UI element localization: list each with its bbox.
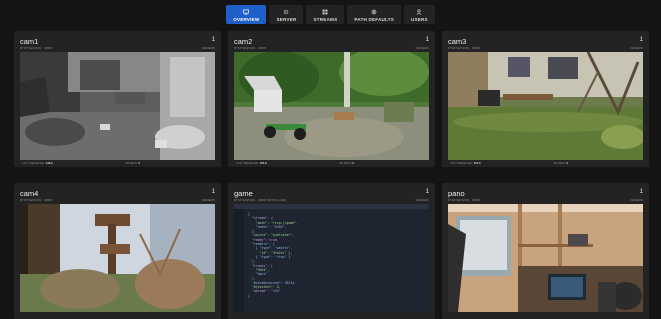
top-navigation: OVERVIEW SERVER STREAMS PATH DEFAULTS US… (0, 0, 661, 26)
viewer-count: 1 (425, 189, 429, 195)
stream-name: cam4 (20, 189, 39, 198)
stream-card-cam4[interactable]: cam4 RTSP SESSION · 1080P 1 VIEWERS (14, 183, 221, 319)
gear-icon (284, 9, 289, 14)
code-editor-content: { "stream": { "path": "rtsp://game", "co… (248, 212, 425, 312)
stats-label: LAST RECEIVED: (22, 161, 45, 165)
stream-preview[interactable]: { "stream": { "path": "rtsp://game", "co… (234, 204, 429, 312)
camera-preview-image (448, 52, 643, 160)
viewer-count-label: VIEWERS (629, 46, 643, 50)
stream-info: RTSP SESSION · 1080P (448, 46, 481, 50)
stream-name: pano (448, 189, 465, 198)
nav-overview-label: OVERVIEW (233, 16, 260, 22)
nav-users-label: USERS (410, 16, 428, 22)
stream-stats: LAST RECEIVED: 155.9 KB SENT: 0 (234, 160, 429, 166)
stream-preview[interactable] (20, 52, 215, 160)
nav-server-button[interactable]: SERVER (269, 5, 304, 24)
editor-tab-bar (234, 204, 429, 209)
stream-name: cam2 (234, 37, 253, 46)
viewer-count: 1 (639, 37, 643, 43)
nav-streams-label: STREAMS (313, 16, 338, 22)
nav-streams-button[interactable]: STREAMS (306, 5, 345, 24)
stats-label: LAST RECEIVED: (450, 161, 473, 165)
stats-value: 146.9 (45, 161, 53, 165)
stream-info: RTSP SESSION · 1080P (448, 198, 481, 202)
stream-card-pano[interactable]: pano RTSP SESSION · 1080P 1 VIEWERS (442, 183, 649, 319)
stream-card-cam1[interactable]: cam1 RTSP SESSION · 1080P 1 VIEWERS LAST… (14, 31, 221, 167)
stream-name: cam1 (20, 37, 39, 46)
monitor-icon (243, 9, 250, 15)
stream-info: RTSP SESSION · 1080P 60FPS (H.264) (234, 198, 287, 202)
stats-value: 0 (138, 161, 141, 165)
stream-name: game (234, 189, 253, 198)
viewer-count: 1 (211, 189, 215, 195)
viewer-count-label: VIEWERS (201, 198, 215, 202)
nav-path-defaults-label: PATH DEFAULTS (354, 16, 394, 22)
stream-stats: LAST RECEIVED: 146.9 KB SENT: 0 (20, 160, 215, 166)
nav-users-button[interactable]: USERS (403, 5, 435, 24)
viewer-count: 1 (211, 37, 215, 43)
stream-info: RTSP SESSION · 1080P (234, 46, 267, 50)
stream-card-game[interactable]: game RTSP SESSION · 1080P 60FPS (H.264) … (228, 183, 435, 319)
camera-preview-image (234, 52, 429, 160)
stream-preview[interactable] (20, 204, 215, 312)
stream-info: RTSP SESSION · 1080P (20, 46, 53, 50)
camera-preview-image (448, 204, 643, 312)
stats-value: 0 (352, 161, 355, 165)
stats-label: KB SENT: (339, 161, 352, 165)
stats-value: 155.9 (259, 161, 267, 165)
viewer-count-label: VIEWERS (415, 198, 429, 202)
stream-info: RTSP SESSION · 1080P (20, 198, 53, 202)
stats-value: 0 (566, 161, 569, 165)
stream-card-cam3[interactable]: cam3 RTSP SESSION · 1080P 1 VIEWERS LAST… (442, 31, 649, 167)
viewer-count: 1 (425, 37, 429, 43)
viewer-count-label: VIEWERS (201, 46, 215, 50)
editor-gutter (234, 209, 244, 312)
stats-label: LAST RECEIVED: (236, 161, 259, 165)
stream-card-cam2[interactable]: cam2 RTSP SESSION · 1080P 1 VIEWERS LAST… (228, 31, 435, 167)
settings-icon (371, 9, 377, 14)
user-icon (417, 8, 422, 15)
stats-value: 154.5 (473, 161, 481, 165)
nav-overview-button[interactable]: OVERVIEW (226, 5, 267, 24)
stream-stats: LAST RECEIVED: 154.5 KB SENT: 0 (448, 160, 643, 166)
viewer-count: 1 (639, 189, 643, 195)
nav-server-label: SERVER (276, 16, 297, 22)
viewer-count-label: VIEWERS (415, 46, 429, 50)
stream-preview[interactable] (448, 204, 643, 312)
stream-preview[interactable] (234, 52, 429, 160)
viewer-count-label: VIEWERS (629, 198, 643, 202)
stream-preview[interactable] (448, 52, 643, 160)
stream-name: cam3 (448, 37, 467, 46)
camera-preview-image (20, 204, 215, 312)
nav-path-defaults-button[interactable]: PATH DEFAULTS (347, 5, 401, 24)
grid-icon (323, 9, 328, 14)
camera-preview-image (20, 52, 215, 160)
stats-label: KB SENT: (553, 161, 566, 165)
code-line: } (248, 293, 250, 298)
stats-label: KB SENT: (125, 161, 138, 165)
